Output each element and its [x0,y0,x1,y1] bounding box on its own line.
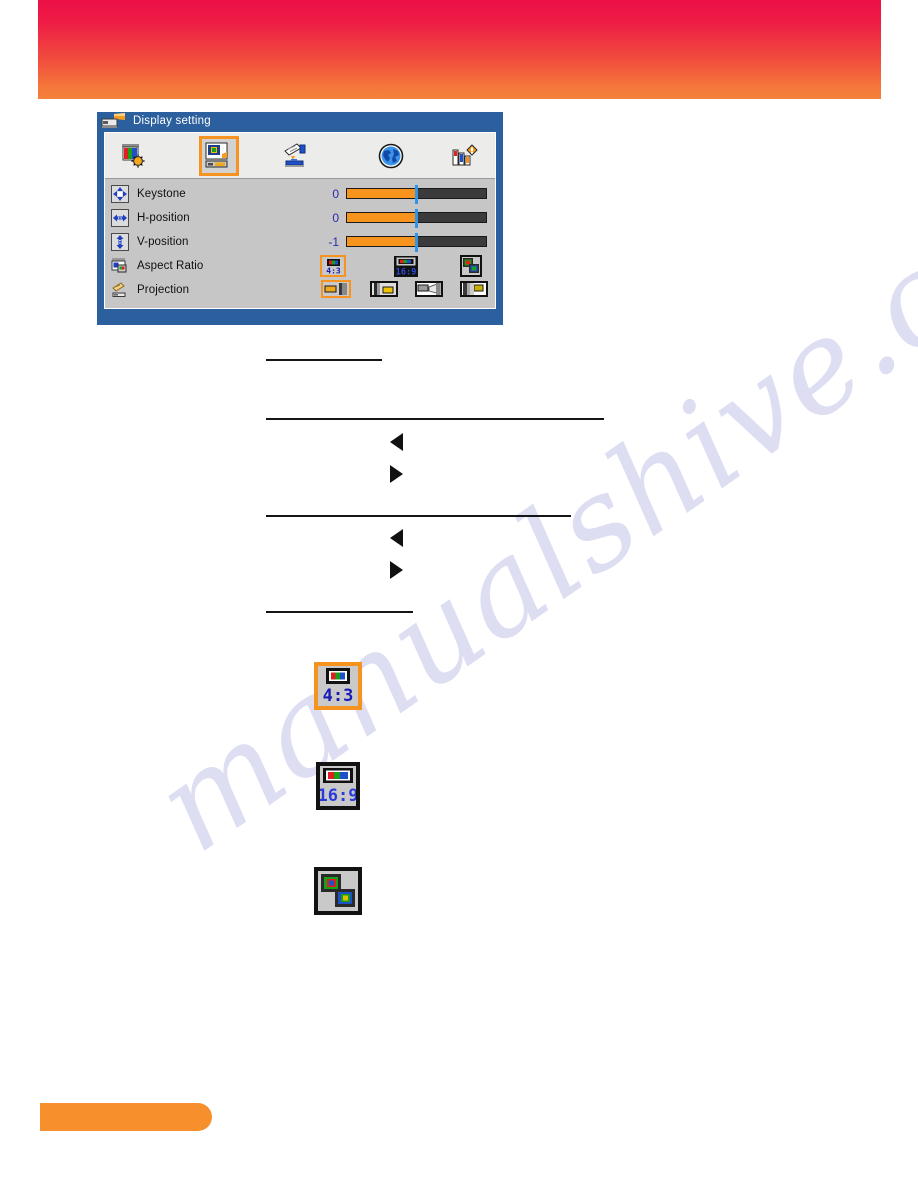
aspect-native-large-glyph [318,871,358,911]
rear-ceiling-icon [460,281,488,297]
projection-choice-rear-table[interactable] [369,280,399,298]
arrow-right-keystone-increase [390,465,403,483]
aspect-ratio-icon [111,257,129,275]
aspect-choice-16-9[interactable]: 16:9 [393,255,419,277]
tab-image-adjust[interactable] [114,136,154,176]
aspect-native-large-icon [314,867,362,915]
aspect-16-9-large-icon: 16:9 [316,762,360,810]
aspect-4-3-large-glyph: 4:3 [318,666,358,706]
horizontal-arrows-icon [111,209,129,227]
osd-titlebar: Display setting [97,112,503,131]
keystone-arrows-icon [111,185,129,203]
row-h-position[interactable]: H-position 0 [105,206,495,230]
front-table-icon [323,282,349,296]
arrow-left-keystone-decrease [390,433,403,451]
osd-title: Display setting [133,114,211,127]
row-projection[interactable]: Projection [105,278,495,302]
arrow-right-position-increase [390,561,403,579]
page-root: manualshive.com Display setting Keystone… [0,0,918,1188]
image-color-sun-icon [122,144,145,168]
slider-v-position[interactable] [346,233,487,252]
osd-rows: Keystone 0 H-position 0 V-position -1 As… [105,179,495,302]
hand-setup-icon [284,143,306,167]
footer-pill [40,1103,212,1131]
osd-tabbar [105,133,495,179]
slider-fill [347,189,417,198]
arrow-left-position-decrease [390,529,403,547]
aspect-choice-4-3[interactable]: 4:3 [320,255,346,277]
tab-language[interactable] [371,136,411,176]
rule-section-2 [266,418,604,420]
row-v-position[interactable]: V-position -1 [105,230,495,254]
rule-section-1 [266,359,382,361]
slider-fill [347,237,417,246]
projector-icon [101,113,127,130]
row-label-projection: Projection [137,284,190,296]
svg-text:4:3: 4:3 [326,266,341,275]
header-banner [38,0,881,99]
osd-panel: Display setting Keystone 0 H-position 0 … [97,112,503,325]
svg-text:16:9: 16:9 [320,786,356,806]
row-keystone[interactable]: Keystone 0 [105,182,495,206]
osd-inner-frame: Keystone 0 H-position 0 V-position -1 As… [104,132,496,309]
display-setting-icon [205,142,228,168]
vertical-arrows-icon [111,233,129,251]
aspect-native-icon [460,255,482,277]
slider-marker[interactable] [415,233,419,252]
tab-display-setting[interactable] [199,136,239,176]
projector-icon-svg [101,113,125,128]
row-label-aspect-ratio: Aspect Ratio [137,260,204,272]
svg-text:16:9: 16:9 [396,267,417,276]
front-ceiling-icon [415,281,443,297]
row-value-h-position: 0 [332,211,339,225]
row-label-v-position: V-position [137,236,189,248]
slider-keystone[interactable] [346,185,487,204]
svg-text:4:3: 4:3 [323,686,354,706]
rule-section-4 [266,611,413,613]
rule-section-3 [266,515,571,517]
row-label-keystone: Keystone [137,188,186,200]
globe-icon [378,143,404,169]
tab-status[interactable] [445,136,485,176]
aspect-16-9-large-glyph: 16:9 [318,766,358,806]
row-value-keystone: 0 [332,187,339,201]
slider-marker[interactable] [415,185,419,204]
projection-choice-front-table[interactable] [321,280,351,298]
tab-setup[interactable] [277,136,317,176]
projection-choice-front-ceiling[interactable] [414,280,444,298]
aspect-4-3-icon: 4:3 [323,257,343,275]
slider-fill [347,213,417,222]
row-label-h-position: H-position [137,212,190,224]
slider-marker[interactable] [415,209,419,228]
projection-choice-rear-ceiling[interactable] [459,280,489,298]
aspect-4-3-large-icon: 4:3 [314,662,362,710]
aspect-16-9-icon: 16:9 [394,255,418,277]
bar-chart-diamond-icon [452,144,478,166]
rear-table-icon [370,281,398,297]
aspect-choice-native[interactable] [459,254,483,278]
projection-hand-icon [111,281,129,299]
row-value-v-position: -1 [328,235,339,249]
slider-h-position[interactable] [346,209,487,228]
row-aspect-ratio[interactable]: Aspect Ratio 4:3 16:9 [105,254,495,278]
